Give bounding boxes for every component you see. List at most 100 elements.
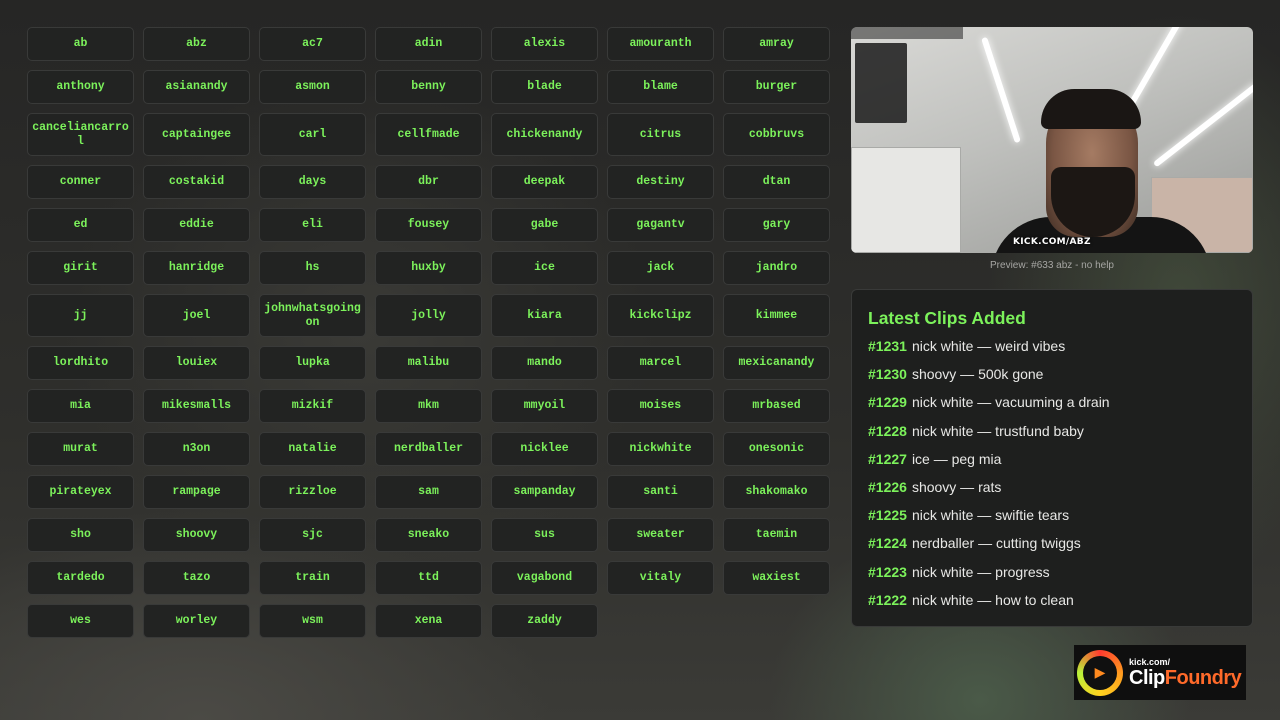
streamer-button-kimmee[interactable]: kimmee (723, 294, 830, 337)
streamer-button-jolly[interactable]: jolly (375, 294, 482, 337)
streamer-button-kickclipz[interactable]: kickclipz (607, 294, 714, 337)
streamer-button-marcel[interactable]: marcel (607, 346, 714, 380)
streamer-button-destiny[interactable]: destiny (607, 165, 714, 199)
streamer-button-chickenandy[interactable]: chickenandy (491, 113, 598, 156)
streamer-button-sweater[interactable]: sweater (607, 518, 714, 552)
streamer-button-malibu[interactable]: malibu (375, 346, 482, 380)
streamer-button-waxiest[interactable]: waxiest (723, 561, 830, 595)
clip-list-item[interactable]: #1226 shoovy — rats (868, 477, 1236, 505)
streamer-button-murat[interactable]: murat (27, 432, 134, 466)
streamer-button-ice[interactable]: ice (491, 251, 598, 285)
clip-list-item[interactable]: #1229 nick white — vacuuming a drain (868, 392, 1236, 420)
streamer-button-sus[interactable]: sus (491, 518, 598, 552)
streamer-button-gagantv[interactable]: gagantv (607, 208, 714, 242)
streamer-button-jandro[interactable]: jandro (723, 251, 830, 285)
streamer-button-conner[interactable]: conner (27, 165, 134, 199)
streamer-button-amray[interactable]: amray (723, 27, 830, 61)
clip-preview-video[interactable]: KICK.COM/ABZ (851, 27, 1253, 253)
streamer-button-shoovy[interactable]: shoovy (143, 518, 250, 552)
clip-list-item[interactable]: #1230 shoovy — 500k gone (868, 364, 1236, 392)
streamer-button-johnwhatsgoingon[interactable]: johnwhatsgoingon (259, 294, 366, 337)
streamer-button-sjc[interactable]: sjc (259, 518, 366, 552)
streamer-button-nerdballer[interactable]: nerdballer (375, 432, 482, 466)
streamer-button-worley[interactable]: worley (143, 604, 250, 638)
streamer-button-eli[interactable]: eli (259, 208, 366, 242)
streamer-button-lordhito[interactable]: lordhito (27, 346, 134, 380)
streamer-button-hanridge[interactable]: hanridge (143, 251, 250, 285)
streamer-button-nickwhite[interactable]: nickwhite (607, 432, 714, 466)
streamer-button-taemin[interactable]: taemin (723, 518, 830, 552)
streamer-button-girit[interactable]: girit (27, 251, 134, 285)
streamer-button-benny[interactable]: benny (375, 70, 482, 104)
streamer-button-vagabond[interactable]: vagabond (491, 561, 598, 595)
streamer-button-days[interactable]: days (259, 165, 366, 199)
clip-list-item[interactable]: #1227 ice — peg mia (868, 449, 1236, 477)
streamer-button-dbr[interactable]: dbr (375, 165, 482, 199)
streamer-button-natalie[interactable]: natalie (259, 432, 366, 466)
streamer-button-sneako[interactable]: sneako (375, 518, 482, 552)
streamer-button-n3on[interactable]: n3on (143, 432, 250, 466)
streamer-button-sam[interactable]: sam (375, 475, 482, 509)
streamer-button-asmon[interactable]: asmon (259, 70, 366, 104)
streamer-button-tazo[interactable]: tazo (143, 561, 250, 595)
clip-list-item[interactable]: #1228 nick white — trustfund baby (868, 421, 1236, 449)
streamer-button-onesonic[interactable]: onesonic (723, 432, 830, 466)
streamer-button-blame[interactable]: blame (607, 70, 714, 104)
streamer-button-costakid[interactable]: costakid (143, 165, 250, 199)
streamer-button-louiex[interactable]: louiex (143, 346, 250, 380)
streamer-button-cellfmade[interactable]: cellfmade (375, 113, 482, 156)
streamer-button-mmyoil[interactable]: mmyoil (491, 389, 598, 423)
streamer-button-cobbruvs[interactable]: cobbruvs (723, 113, 830, 156)
streamer-button-deepak[interactable]: deepak (491, 165, 598, 199)
streamer-button-mexicanandy[interactable]: mexicanandy (723, 346, 830, 380)
streamer-button-carl[interactable]: carl (259, 113, 366, 156)
streamer-button-shakomako[interactable]: shakomako (723, 475, 830, 509)
clip-list-item[interactable]: #1222 nick white — how to clean (868, 590, 1236, 618)
streamer-button-santi[interactable]: santi (607, 475, 714, 509)
streamer-button-citrus[interactable]: citrus (607, 113, 714, 156)
streamer-button-rampage[interactable]: rampage (143, 475, 250, 509)
streamer-button-mizkif[interactable]: mizkif (259, 389, 366, 423)
streamer-button-mrbased[interactable]: mrbased (723, 389, 830, 423)
streamer-button-fousey[interactable]: fousey (375, 208, 482, 242)
clip-list-item[interactable]: #1231 nick white — weird vibes (868, 336, 1236, 364)
streamer-button-burger[interactable]: burger (723, 70, 830, 104)
streamer-button-jj[interactable]: jj (27, 294, 134, 337)
streamer-button-ab[interactable]: ab (27, 27, 134, 61)
streamer-button-canceliancarrol[interactable]: canceliancarrol (27, 113, 134, 156)
clip-list-item[interactable]: #1224 nerdballer — cutting twiggs (868, 533, 1236, 561)
streamer-button-moises[interactable]: moises (607, 389, 714, 423)
streamer-button-joel[interactable]: joel (143, 294, 250, 337)
streamer-button-captaingee[interactable]: captaingee (143, 113, 250, 156)
streamer-button-pirateyex[interactable]: pirateyex (27, 475, 134, 509)
streamer-button-rizzloe[interactable]: rizzloe (259, 475, 366, 509)
streamer-button-gabe[interactable]: gabe (491, 208, 598, 242)
streamer-button-sho[interactable]: sho (27, 518, 134, 552)
streamer-button-kiara[interactable]: kiara (491, 294, 598, 337)
streamer-button-wes[interactable]: wes (27, 604, 134, 638)
streamer-button-mia[interactable]: mia (27, 389, 134, 423)
clip-list-item[interactable]: #1225 nick white — swiftie tears (868, 505, 1236, 533)
streamer-button-ed[interactable]: ed (27, 208, 134, 242)
streamer-button-sampanday[interactable]: sampanday (491, 475, 598, 509)
streamer-button-blade[interactable]: blade (491, 70, 598, 104)
streamer-button-wsm[interactable]: wsm (259, 604, 366, 638)
streamer-button-zaddy[interactable]: zaddy (491, 604, 598, 638)
streamer-button-abz[interactable]: abz (143, 27, 250, 61)
streamer-button-nicklee[interactable]: nicklee (491, 432, 598, 466)
streamer-button-ttd[interactable]: ttd (375, 561, 482, 595)
streamer-button-anthony[interactable]: anthony (27, 70, 134, 104)
streamer-button-mkm[interactable]: mkm (375, 389, 482, 423)
streamer-button-tardedo[interactable]: tardedo (27, 561, 134, 595)
streamer-button-dtan[interactable]: dtan (723, 165, 830, 199)
streamer-button-mando[interactable]: mando (491, 346, 598, 380)
streamer-button-adin[interactable]: adin (375, 27, 482, 61)
streamer-button-huxby[interactable]: huxby (375, 251, 482, 285)
streamer-button-xena[interactable]: xena (375, 604, 482, 638)
streamer-button-mikesmalls[interactable]: mikesmalls (143, 389, 250, 423)
streamer-button-amouranth[interactable]: amouranth (607, 27, 714, 61)
streamer-button-gary[interactable]: gary (723, 208, 830, 242)
streamer-button-ac7[interactable]: ac7 (259, 27, 366, 61)
streamer-button-hs[interactable]: hs (259, 251, 366, 285)
streamer-button-train[interactable]: train (259, 561, 366, 595)
